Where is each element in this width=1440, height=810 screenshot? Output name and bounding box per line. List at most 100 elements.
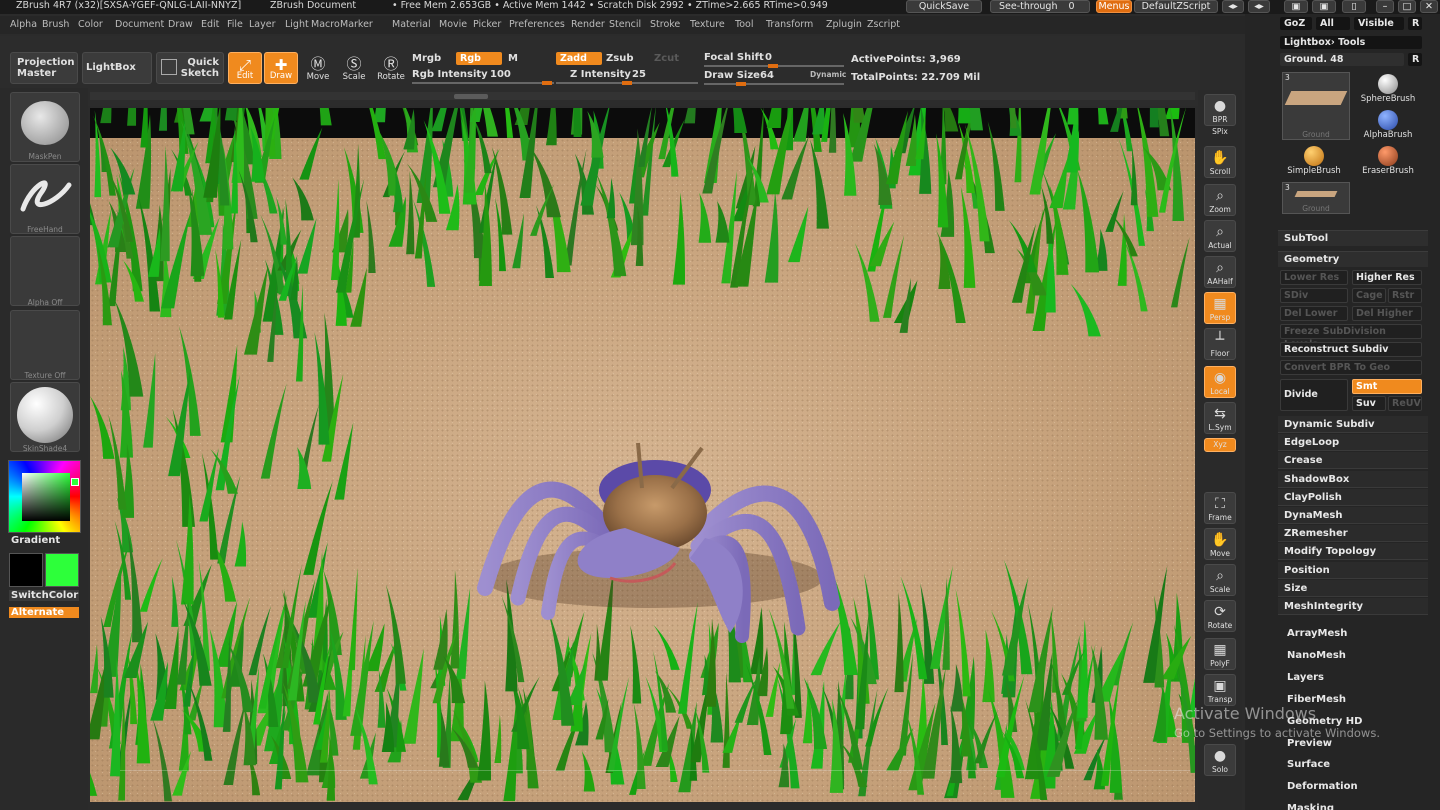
menu-brush[interactable]: Brush [42,19,69,30]
spix-slider[interactable]: SPix [1204,126,1236,142]
menu-layer[interactable]: Layer [249,19,276,30]
lightbox-tools-button[interactable]: Lightbox› Tools [1280,36,1422,49]
lightbox-button[interactable]: LightBox [82,52,152,84]
lower-res-button[interactable]: Lower Res [1280,270,1348,285]
geometry-size[interactable]: Size [1278,579,1428,597]
menu-draw[interactable]: Draw [168,19,193,30]
eraserbrush-tool[interactable]: EraserBrush [1356,144,1420,176]
menu-movie[interactable]: Movie [439,19,467,30]
menu-render[interactable]: Render [571,19,605,30]
geometry-dynamesh[interactable]: DynaMesh [1278,507,1428,524]
zcut-toggle[interactable]: Zcut [654,53,679,64]
alpha-selector[interactable] [10,236,80,306]
subpalette-layers[interactable]: Layers [1287,672,1324,683]
menu-preferences[interactable]: Preferences [509,19,565,30]
scroll-button[interactable]: ✋ Scroll [1204,146,1236,178]
scale-button[interactable]: Ⓢ Scale [338,52,370,84]
edit-button[interactable]: ⤢ Edit [228,52,262,84]
cage-button[interactable]: Cage [1352,288,1386,303]
zsub-toggle[interactable]: Zsub [606,53,633,64]
reconstruct-subdiv-button[interactable]: Reconstruct Subdiv [1280,342,1422,357]
color-picker[interactable] [8,460,81,533]
switchcolor-button[interactable]: SwitchColor [9,590,79,601]
subtool-header[interactable]: SubTool [1278,230,1428,246]
local-button[interactable]: ◉ Local [1204,366,1236,398]
suv-toggle[interactable]: Suv [1352,396,1386,411]
draw-button[interactable]: ✚ Draw [264,52,298,84]
rotate-button[interactable]: Ⓡ Rotate [374,52,408,84]
document-canvas[interactable] [90,108,1195,802]
goz-button[interactable]: GoZ [1280,17,1312,30]
secondary-color-swatch[interactable] [9,553,43,587]
stroke-selector[interactable] [10,164,80,234]
lock-icon[interactable]: ▯ [1342,0,1366,13]
divide-button[interactable]: Divide [1280,379,1348,411]
toggle-right-icon[interactable]: ◂▸ [1248,0,1270,13]
mrgb-toggle[interactable]: Mrgb [412,53,441,64]
alphabrush-tool[interactable]: AlphaBrush [1356,108,1420,140]
simplebrush-tool[interactable]: SimpleBrush [1282,144,1346,176]
close-icon[interactable]: ✕ [1420,0,1438,13]
subpalette-nanomesh[interactable]: NanoMesh [1287,650,1346,661]
persp-button[interactable]: ▦ Persp [1204,292,1236,324]
reset-tool-button[interactable]: R [1408,53,1422,66]
minimize-icon[interactable]: – [1376,0,1394,13]
menu-texture[interactable]: Texture [690,19,725,30]
r-button[interactable]: R [1408,17,1422,30]
reuv-button[interactable]: ReUV [1388,396,1422,411]
menu-transform[interactable]: Transform [766,19,813,30]
sdiv-slider[interactable]: SDiv [1280,288,1348,303]
menu-light[interactable]: Light [285,19,309,30]
material-selector[interactable] [10,382,80,452]
menus-button[interactable]: Menus [1096,0,1132,13]
geometry-position[interactable]: Position [1278,561,1428,579]
menu-picker[interactable]: Picker [473,19,501,30]
rstr-button[interactable]: Rstr [1388,288,1422,303]
current-tool-slider[interactable]: Ground. 48 [1280,53,1404,66]
geometry-crease[interactable]: Crease [1278,452,1428,470]
subpalette-masking[interactable]: Masking [1287,803,1334,810]
alternate-button[interactable]: Alternate [9,607,79,618]
del-lower-button[interactable]: Del Lower [1280,306,1348,321]
menu-document[interactable]: Document [115,19,164,30]
xyz-button[interactable]: Xyz [1204,438,1236,452]
layout-icon[interactable]: ▣ [1284,0,1308,13]
menu-macro[interactable]: Macro [311,19,340,30]
visible-button[interactable]: Visible [1354,17,1404,30]
toggle-left-icon[interactable]: ◂▸ [1222,0,1244,13]
quicksave-button[interactable]: QuickSave [906,0,982,13]
projection-master-button[interactable]: Projection Master [10,52,78,84]
subpalette-arraymesh[interactable]: ArrayMesh [1287,628,1347,639]
menu-color[interactable]: Color [78,19,103,30]
gradient-toggle[interactable]: Gradient [11,535,60,546]
geometry-claypolish[interactable]: ClayPolish [1278,488,1428,506]
menu-stencil[interactable]: Stencil [609,19,641,30]
geometry-modify-topology[interactable]: Modify Topology [1278,543,1428,561]
transp-button[interactable]: ▣ Transp [1204,674,1236,706]
maximize-icon[interactable]: □ [1398,0,1416,13]
dynamic-toggle[interactable]: Dynamic [810,70,846,79]
bpr-button[interactable]: ● BPR [1204,94,1236,126]
menu-alpha[interactable]: Alpha [10,19,37,30]
aahalf-button[interactable]: ⌕ AAHalf [1204,256,1236,288]
geometry-meshintegrity[interactable]: MeshIntegrity [1278,598,1428,615]
layout2-icon[interactable]: ▣ [1312,0,1336,13]
spherebrush-tool[interactable]: SphereBrush [1356,72,1420,104]
ground2-tool-tile[interactable]: Ground 3 [1282,182,1350,214]
ground-tool-tile[interactable]: Ground 3 [1282,72,1350,140]
seethrough-control[interactable]: See-through 0 [990,0,1090,13]
geometry-dynamic-subdiv[interactable]: Dynamic Subdiv [1278,416,1428,433]
all-button[interactable]: All [1316,17,1350,30]
move-button[interactable]: Ⓜ Move [302,52,334,84]
default-zscript-button[interactable]: DefaultZScript [1134,0,1218,13]
menu-marker[interactable]: Marker [340,19,373,30]
actual-button[interactable]: ⌕ Actual [1204,220,1236,252]
rgb-toggle[interactable]: Rgb [456,52,502,65]
geometry-zremesher[interactable]: ZRemesher [1278,525,1428,543]
geometry-edgeloop[interactable]: EdgeLoop [1278,434,1428,452]
m-toggle[interactable]: M [508,53,518,64]
main-color-swatch[interactable] [45,553,79,587]
canvas-scrollbar[interactable] [90,92,1195,100]
rotate-view-button[interactable]: ⟳ Rotate [1204,600,1236,632]
solo-button[interactable]: ● Solo [1204,744,1236,776]
